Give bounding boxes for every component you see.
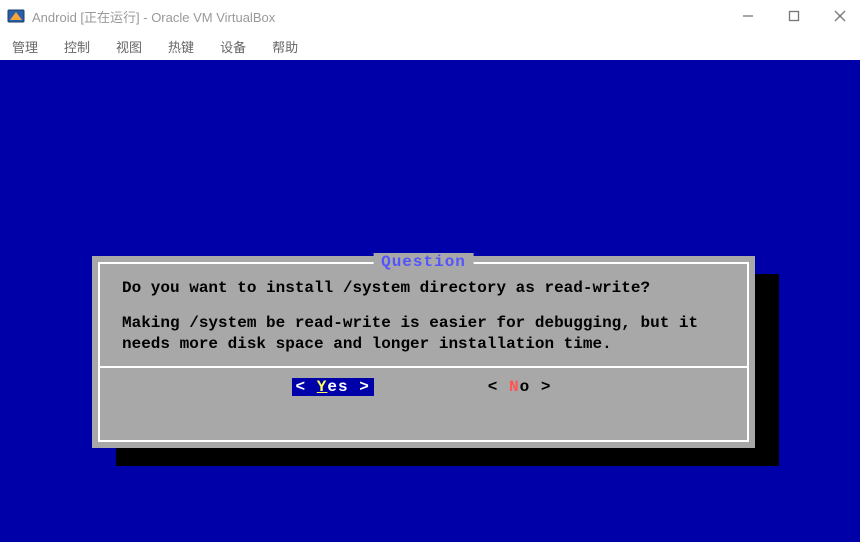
vm-screen[interactable]: Question Do you want to install /system … [0, 60, 860, 542]
titlebar: Android [正在运行] - Oracle VM VirtualBox [0, 0, 865, 32]
dialog-separator [100, 366, 747, 368]
menu-control[interactable]: 控制 [58, 35, 96, 58]
menu-help[interactable]: 帮助 [266, 35, 304, 58]
minimize-button[interactable] [725, 1, 771, 31]
menu-manage[interactable]: 管理 [6, 35, 44, 58]
yes-button[interactable]: < Yes > [292, 378, 374, 396]
dialog-message-1: Do you want to install /system directory… [122, 278, 725, 299]
no-button[interactable]: < No > [484, 378, 556, 396]
menu-view[interactable]: 视图 [110, 35, 148, 58]
menu-hotkeys[interactable]: 热键 [162, 35, 200, 58]
maximize-button[interactable] [771, 1, 817, 31]
dialog-title: Question [373, 253, 474, 271]
menu-devices[interactable]: 设备 [214, 35, 252, 58]
close-button[interactable] [817, 1, 863, 31]
window-title: Android [正在运行] - Oracle VM VirtualBox [32, 7, 275, 26]
question-dialog: Question Do you want to install /system … [92, 256, 755, 448]
dialog-message-2: Making /system be read-write is easier f… [122, 313, 725, 355]
virtualbox-icon [6, 6, 26, 26]
menubar: 管理 控制 视图 热键 设备 帮助 [0, 32, 865, 60]
